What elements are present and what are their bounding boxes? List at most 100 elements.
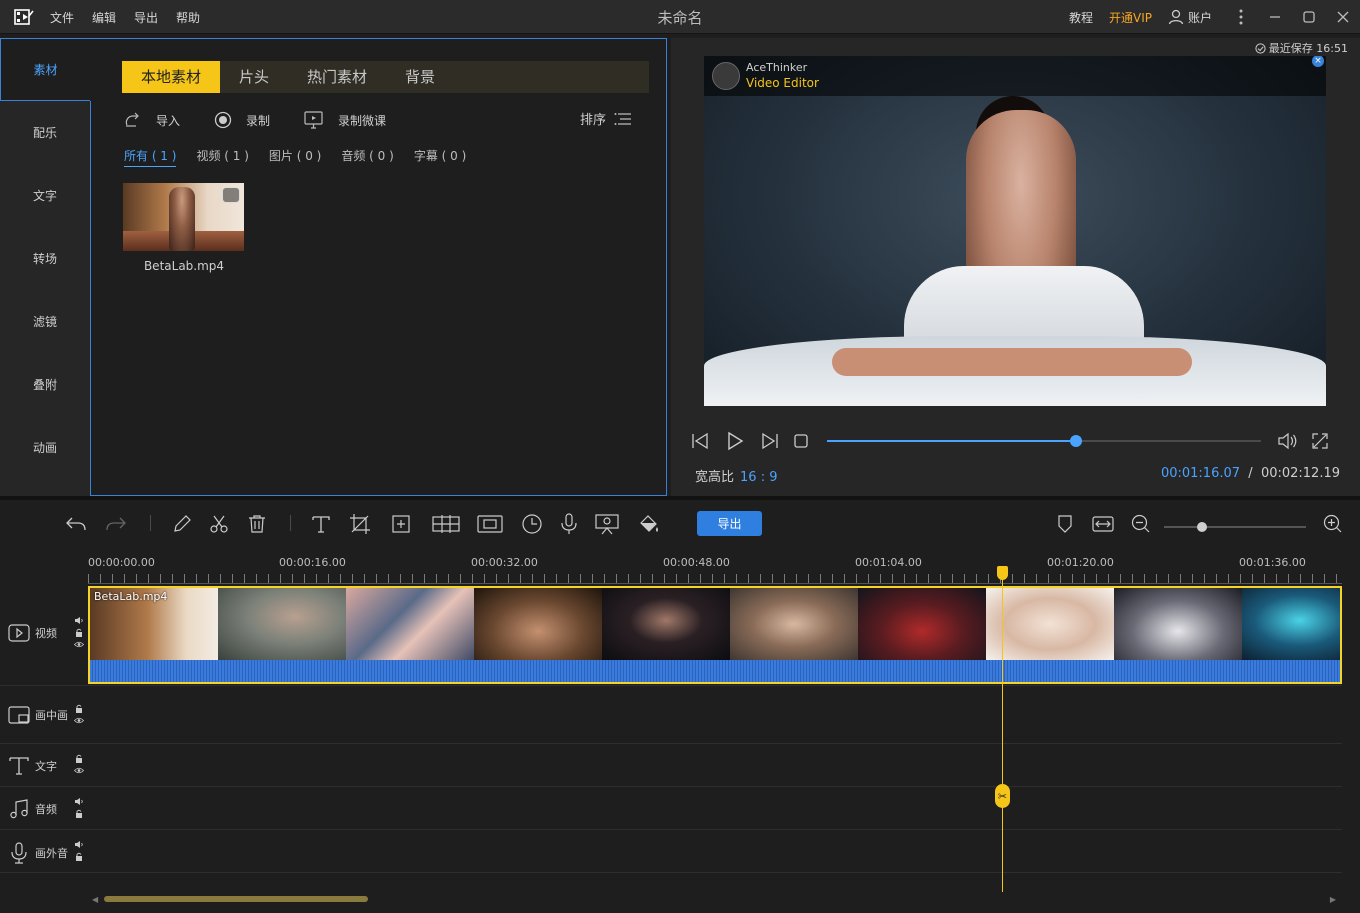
pip-track-name: 画中画 bbox=[35, 709, 68, 722]
sub-tab-local[interactable]: 本地素材 bbox=[122, 61, 221, 93]
maximize-button[interactable] bbox=[1292, 0, 1326, 34]
clip-frame bbox=[474, 588, 602, 660]
timeline-scrollbar[interactable]: ◀ ▶ bbox=[92, 895, 1336, 904]
step-forward-icon bbox=[762, 432, 778, 450]
presentation-button[interactable] bbox=[594, 512, 620, 536]
pip-track-icon bbox=[8, 706, 30, 724]
side-tab-media[interactable]: 素材 bbox=[0, 38, 90, 101]
record-micro-label: 录制微课 bbox=[338, 113, 387, 128]
speed-button[interactable] bbox=[520, 512, 544, 536]
text-tool-button[interactable] bbox=[309, 512, 333, 536]
vip-link[interactable]: 开通VIP bbox=[1109, 9, 1152, 26]
audio-track: 音频 bbox=[0, 787, 1342, 830]
side-tab-transition[interactable]: 转场 bbox=[0, 227, 90, 290]
crop-button[interactable] bbox=[348, 512, 372, 536]
sort-label: 排序 bbox=[579, 113, 606, 128]
lock-icon[interactable] bbox=[74, 754, 84, 763]
filter-audio[interactable]: 音频 ( 0 ) bbox=[341, 147, 393, 167]
ruler-label: 00:00:48.00 bbox=[663, 556, 730, 569]
scroll-left-icon[interactable]: ◀ bbox=[92, 895, 98, 904]
speaker-icon[interactable] bbox=[74, 616, 84, 625]
voiceover-button[interactable] bbox=[557, 512, 581, 536]
filter-all[interactable]: 所有 ( 1 ) bbox=[124, 147, 177, 167]
zoom-in-button[interactable] bbox=[1321, 512, 1345, 536]
media-thumbnail[interactable] bbox=[123, 183, 244, 251]
undo-button[interactable] bbox=[64, 512, 88, 536]
minimize-button[interactable] bbox=[1258, 0, 1292, 34]
mosaic-button[interactable] bbox=[432, 512, 460, 536]
eye-icon[interactable] bbox=[74, 640, 84, 649]
play-button[interactable] bbox=[725, 431, 745, 451]
side-tab-animation[interactable]: 动画 bbox=[0, 416, 90, 479]
record-button[interactable]: 录制 bbox=[214, 111, 270, 129]
volume-button[interactable] bbox=[1277, 432, 1299, 453]
lock-icon[interactable] bbox=[74, 628, 84, 637]
close-button[interactable] bbox=[1326, 0, 1360, 34]
redo-icon bbox=[106, 517, 126, 531]
menu-file[interactable]: 文件 bbox=[50, 9, 74, 26]
menu-export[interactable]: 导出 bbox=[134, 9, 158, 26]
video-clip[interactable]: BetaLab.mp4 bbox=[88, 586, 1342, 684]
speaker-icon[interactable] bbox=[74, 840, 84, 849]
color-button[interactable] bbox=[637, 512, 661, 536]
video-track-icon bbox=[8, 624, 30, 642]
scroll-right-icon[interactable]: ▶ bbox=[1330, 895, 1336, 904]
zoom-out-button[interactable] bbox=[1129, 512, 1153, 536]
progress-slider[interactable] bbox=[827, 435, 1261, 447]
zoom-slider[interactable] bbox=[1164, 522, 1306, 532]
lock-icon[interactable] bbox=[74, 704, 84, 713]
sub-tab-intro[interactable]: 片头 bbox=[220, 61, 288, 93]
fit-timeline-button[interactable] bbox=[1091, 512, 1115, 536]
filter-video[interactable]: 视频 ( 1 ) bbox=[196, 147, 248, 167]
sub-tab-hot[interactable]: 热门素材 bbox=[288, 61, 386, 93]
progress-handle[interactable] bbox=[1069, 435, 1082, 447]
scrollbar-thumb[interactable] bbox=[104, 896, 368, 902]
side-tab-overlay[interactable]: 叠附 bbox=[0, 353, 90, 416]
clip-frame bbox=[346, 588, 474, 660]
account-button[interactable]: 账户 bbox=[1168, 9, 1212, 26]
fullscreen-button[interactable] bbox=[1311, 432, 1329, 453]
video-preview[interactable]: AceThinker Video Editor × bbox=[704, 56, 1326, 406]
media-item[interactable]: BetaLab.mp4 bbox=[123, 183, 245, 273]
record-micro-button[interactable]: 录制微课 bbox=[304, 111, 386, 129]
export-button[interactable]: 导出 bbox=[697, 511, 762, 536]
eye-icon[interactable] bbox=[74, 766, 84, 775]
prev-frame-button[interactable] bbox=[691, 432, 711, 450]
filter-subtitle[interactable]: 字幕 ( 0 ) bbox=[414, 147, 466, 167]
ruler-label: 00:00:16.00 bbox=[279, 556, 346, 569]
tutorial-link[interactable]: 教程 bbox=[1069, 9, 1093, 26]
audio-track-name: 音频 bbox=[35, 803, 57, 816]
timeline-ruler[interactable]: 00:00:00.00 00:00:16.00 00:00:32.00 00:0… bbox=[88, 550, 1342, 584]
lock-icon[interactable] bbox=[74, 809, 84, 818]
split-scissors-icon[interactable]: ✂ bbox=[995, 784, 1010, 808]
sort-button[interactable]: 排序 bbox=[580, 109, 632, 128]
timeline-tracks: 视频 BetaLab.mp4 画中画 文字 音频 画外音 bbox=[0, 584, 1342, 874]
stop-button[interactable] bbox=[793, 433, 809, 449]
delete-button[interactable] bbox=[245, 512, 269, 536]
resize-icon bbox=[392, 515, 410, 533]
edit-button[interactable] bbox=[170, 512, 194, 536]
sub-tab-background[interactable]: 背景 bbox=[386, 61, 454, 93]
lock-icon[interactable] bbox=[74, 852, 84, 861]
freeze-frame-button[interactable] bbox=[477, 512, 503, 536]
marker-button[interactable] bbox=[1053, 512, 1077, 536]
redo-button[interactable] bbox=[104, 512, 128, 536]
side-tab-text[interactable]: 文字 bbox=[0, 164, 90, 227]
menu-edit[interactable]: 编辑 bbox=[92, 9, 116, 26]
side-tab-music[interactable]: 配乐 bbox=[0, 101, 90, 164]
next-frame-button[interactable] bbox=[759, 432, 779, 450]
playhead-handle[interactable] bbox=[997, 566, 1008, 580]
zoom-handle[interactable] bbox=[1197, 522, 1208, 532]
menu-help[interactable]: 帮助 bbox=[176, 9, 200, 26]
import-button[interactable]: 导入 bbox=[124, 112, 180, 129]
eye-icon[interactable] bbox=[74, 716, 84, 725]
filter-image[interactable]: 图片 ( 0 ) bbox=[269, 147, 321, 167]
cut-button[interactable] bbox=[207, 512, 231, 536]
aspect-ratio[interactable]: 宽高比 16 : 9 bbox=[695, 466, 777, 485]
side-tabs: 素材 配乐 文字 转场 滤镜 叠附 动画 bbox=[0, 38, 90, 496]
speaker-icon[interactable] bbox=[74, 797, 84, 806]
side-tab-filter[interactable]: 滤镜 bbox=[0, 290, 90, 353]
ruler-label: 00:01:04.00 bbox=[855, 556, 922, 569]
more-button[interactable] bbox=[1224, 0, 1258, 34]
resize-button[interactable] bbox=[389, 512, 413, 536]
